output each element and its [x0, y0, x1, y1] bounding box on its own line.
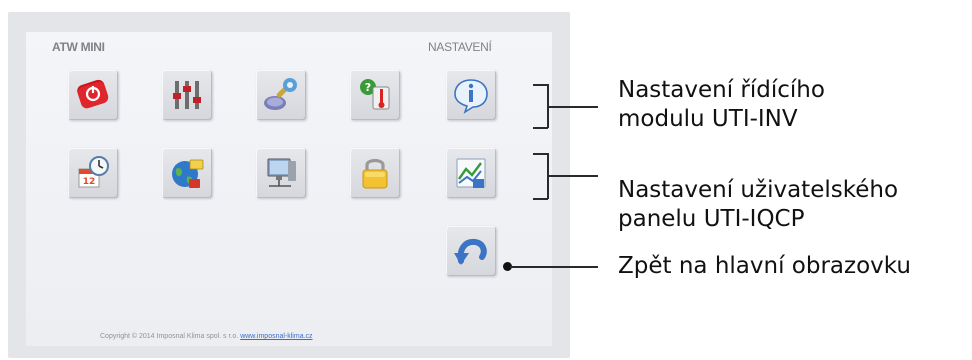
website-link[interactable]: www.imposnal-klima.cz: [240, 333, 312, 340]
computer-network-icon: [267, 158, 296, 187]
caption-user-panel-line2: panelu UTI-IQCP: [618, 206, 805, 232]
info-icon: [454, 79, 488, 114]
leader-line-user-panel: [548, 175, 598, 177]
back-button[interactable]: [446, 226, 496, 276]
globe-network-icon: [172, 159, 204, 188]
chart-save-icon: [456, 158, 486, 188]
caption-controller-line1: Nastavení řídícího: [618, 77, 825, 103]
wrench-settings-icon: [264, 78, 297, 110]
caption-back-to-main: Zpět na hlavní obrazovku: [618, 252, 911, 281]
caption-controller-line2: modulu UTI-INV: [618, 106, 798, 132]
leader-line-back: [510, 266, 598, 268]
power-button[interactable]: [68, 70, 118, 120]
copyright-footer: Copyright © 2014 Imposnal Klima spol. s …: [100, 333, 313, 340]
caption-controller-settings: Nastavení řídícího modulu UTI-INV: [618, 76, 825, 134]
user-panel-settings-button[interactable]: [446, 148, 496, 198]
network-button[interactable]: [162, 148, 212, 198]
calendar-clock-icon: 12: [78, 156, 109, 188]
caption-user-panel-line1: Nastavení uživatelského: [618, 177, 899, 203]
svg-text:12: 12: [83, 177, 96, 187]
controller-info-button[interactable]: [446, 70, 496, 120]
diagnostics-button[interactable]: ?: [350, 70, 400, 120]
section-title: NASTAVENÍ: [428, 40, 492, 54]
sliders-icon: [173, 81, 201, 109]
bracket-user-panel-top: [533, 153, 548, 155]
power-icon: [77, 79, 109, 109]
svg-text:?: ?: [365, 81, 371, 94]
app-title: ATW MINI: [52, 40, 105, 54]
padlock-icon: [362, 158, 388, 189]
leader-line-controller: [548, 106, 598, 108]
calendar-button[interactable]: 12: [68, 148, 118, 198]
bracket-controller-bottom: [533, 127, 548, 129]
thermometer-check-icon: ?: [360, 79, 390, 110]
bracket-controller-top: [533, 84, 548, 86]
remote-access-button[interactable]: [256, 148, 306, 198]
lock-button[interactable]: [350, 148, 400, 198]
caption-user-panel-settings: Nastavení uživatelského panelu UTI-IQCP: [618, 176, 898, 234]
copyright-text: Copyright © 2014 Imposnal Klima spol. s …: [100, 333, 239, 340]
caption-back-line1: Zpět na hlavní obrazovku: [618, 253, 911, 279]
back-arrow-icon: [454, 238, 487, 265]
maintenance-button[interactable]: [256, 70, 306, 120]
sliders-button[interactable]: [162, 70, 212, 120]
bracket-user-panel-bottom: [533, 198, 548, 200]
